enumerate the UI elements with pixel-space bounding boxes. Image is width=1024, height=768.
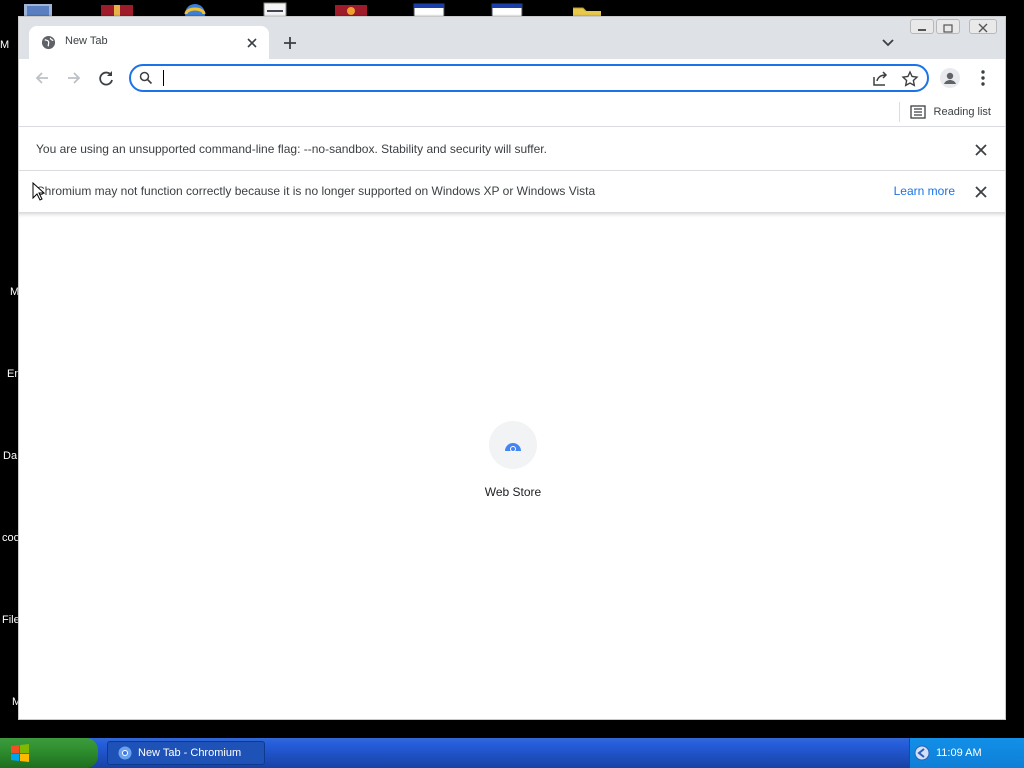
chromium-icon: [118, 746, 132, 760]
system-tray: 11:09 AM: [909, 738, 1024, 768]
more-menu-icon[interactable]: [972, 67, 994, 89]
close-icon[interactable]: [973, 142, 989, 158]
back-icon[interactable]: [31, 67, 53, 89]
taskbar: New Tab - Chromium 11:09 AM: [0, 738, 1024, 768]
bookmark-bar: Reading list: [19, 97, 1005, 127]
close-tab-icon[interactable]: [243, 34, 261, 52]
address-input[interactable]: [161, 69, 851, 87]
chevron-down-icon[interactable]: [879, 33, 897, 51]
close-icon[interactable]: [973, 184, 989, 200]
new-tab-icon[interactable]: [279, 32, 301, 54]
desktop-icon-label[interactable]: M: [0, 39, 9, 51]
bookmark-star-icon[interactable]: [901, 70, 919, 88]
learn-more-link[interactable]: Learn more: [894, 184, 955, 198]
new-tab-page: Web Store: [19, 213, 1005, 719]
windows-logo-icon: [11, 744, 29, 762]
taskbar-item-chromium[interactable]: New Tab - Chromium: [107, 741, 265, 765]
minimize-button[interactable]: [910, 19, 934, 34]
minimize-icon: [918, 29, 926, 31]
network-icon[interactable]: [914, 745, 930, 761]
web-store-icon: [505, 443, 521, 452]
tab-new-tab[interactable]: New Tab: [29, 26, 269, 59]
mouse-pointer-icon: [32, 182, 46, 201]
toolbar: [19, 59, 1005, 97]
globe-icon: [41, 35, 56, 50]
shortcut-label: Web Store: [484, 485, 542, 499]
infobar-message: You are using an unsupported command-lin…: [36, 142, 547, 156]
maximize-button[interactable]: [936, 19, 960, 34]
desktop-icon-label[interactable]: Da: [3, 450, 17, 462]
os-unsupported-infobar: Chromium may not function correctly beca…: [19, 171, 1005, 213]
restore-icon: [943, 24, 953, 33]
close-icon: [978, 23, 988, 33]
reload-icon[interactable]: [95, 67, 117, 89]
profile-avatar-icon[interactable]: [939, 67, 961, 89]
tab-title: New Tab: [65, 35, 108, 47]
taskbar-item-label: New Tab - Chromium: [138, 747, 242, 759]
start-button[interactable]: [0, 738, 98, 768]
reading-list-icon: [909, 105, 926, 119]
text-cursor: [163, 70, 164, 86]
clock[interactable]: 11:09 AM: [936, 747, 982, 759]
forward-icon[interactable]: [63, 67, 85, 89]
reading-list-label: Reading list: [933, 106, 991, 118]
shortcut-tile[interactable]: [489, 421, 537, 469]
close-window-button[interactable]: [969, 19, 997, 34]
search-icon: [139, 71, 153, 85]
infobar-message: Chromium may not function correctly beca…: [36, 184, 596, 198]
sandbox-warning-infobar: You are using an unsupported command-lin…: [19, 129, 1005, 171]
reading-list-button[interactable]: Reading list: [898, 102, 991, 122]
tab-strip: New Tab: [19, 17, 1005, 59]
share-icon[interactable]: [871, 70, 889, 88]
address-bar[interactable]: [129, 64, 929, 92]
shortcut-web-store[interactable]: Web Store: [471, 421, 555, 499]
browser-window: New Tab Reading list You are using an un…: [18, 16, 1006, 720]
